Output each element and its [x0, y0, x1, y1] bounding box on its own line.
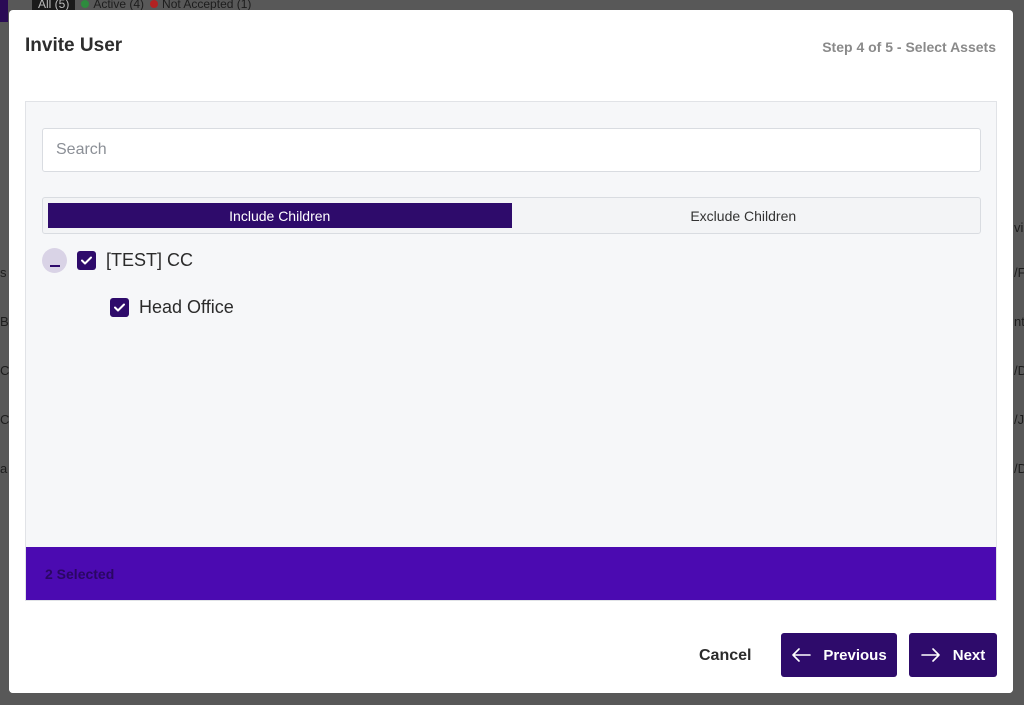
modal-title: Invite User: [25, 35, 123, 56]
background-text: /D: [1014, 363, 1024, 378]
status-dot-icon: [81, 0, 90, 8]
minus-icon: [49, 252, 60, 270]
previous-button-label: Previous: [823, 646, 887, 664]
exclude-children-button[interactable]: Exclude Children: [512, 203, 976, 228]
background-text: /D: [1014, 461, 1024, 476]
children-toggle: Include Children Exclude Children: [42, 197, 981, 234]
check-icon: [114, 299, 125, 317]
tree-item-test-cc: [TEST] CC: [42, 248, 193, 273]
step-indicator: Step 4 of 5 - Select Assets: [822, 39, 996, 55]
background-text: /J: [1014, 412, 1024, 427]
invite-user-modal: Invite User Step 4 of 5 - Select Assets …: [9, 10, 1013, 693]
checkbox-test-cc[interactable]: [77, 251, 96, 270]
collapse-button[interactable]: [42, 248, 67, 273]
search-input[interactable]: [42, 128, 981, 172]
tree-item-head-office: Head Office: [110, 297, 234, 318]
selection-summary-bar: 2 Selected: [26, 547, 996, 600]
next-button-label: Next: [952, 646, 986, 664]
check-icon: [81, 252, 92, 270]
previous-button[interactable]: Previous: [781, 633, 897, 677]
asset-panel: Include Children Exclude Children [TEST]…: [25, 101, 997, 601]
cancel-button[interactable]: Cancel: [699, 647, 751, 665]
tree-item-label: Head Office: [139, 297, 234, 317]
include-children-button[interactable]: Include Children: [48, 203, 512, 228]
status-dot-icon: [150, 0, 159, 8]
arrow-right-icon: [920, 648, 941, 662]
arrow-left-icon: [791, 648, 812, 662]
background-text: vi: [1014, 220, 1024, 235]
tree-item-label: [TEST] CC: [106, 250, 194, 270]
modal-footer: Cancel Previous Next: [9, 617, 1013, 693]
background-text: /F: [1014, 265, 1024, 280]
selected-count: 2 Selected: [45, 565, 115, 582]
background-text: nt: [1014, 314, 1024, 329]
checkbox-head-office[interactable]: [110, 298, 129, 317]
next-button[interactable]: Next: [909, 633, 997, 677]
